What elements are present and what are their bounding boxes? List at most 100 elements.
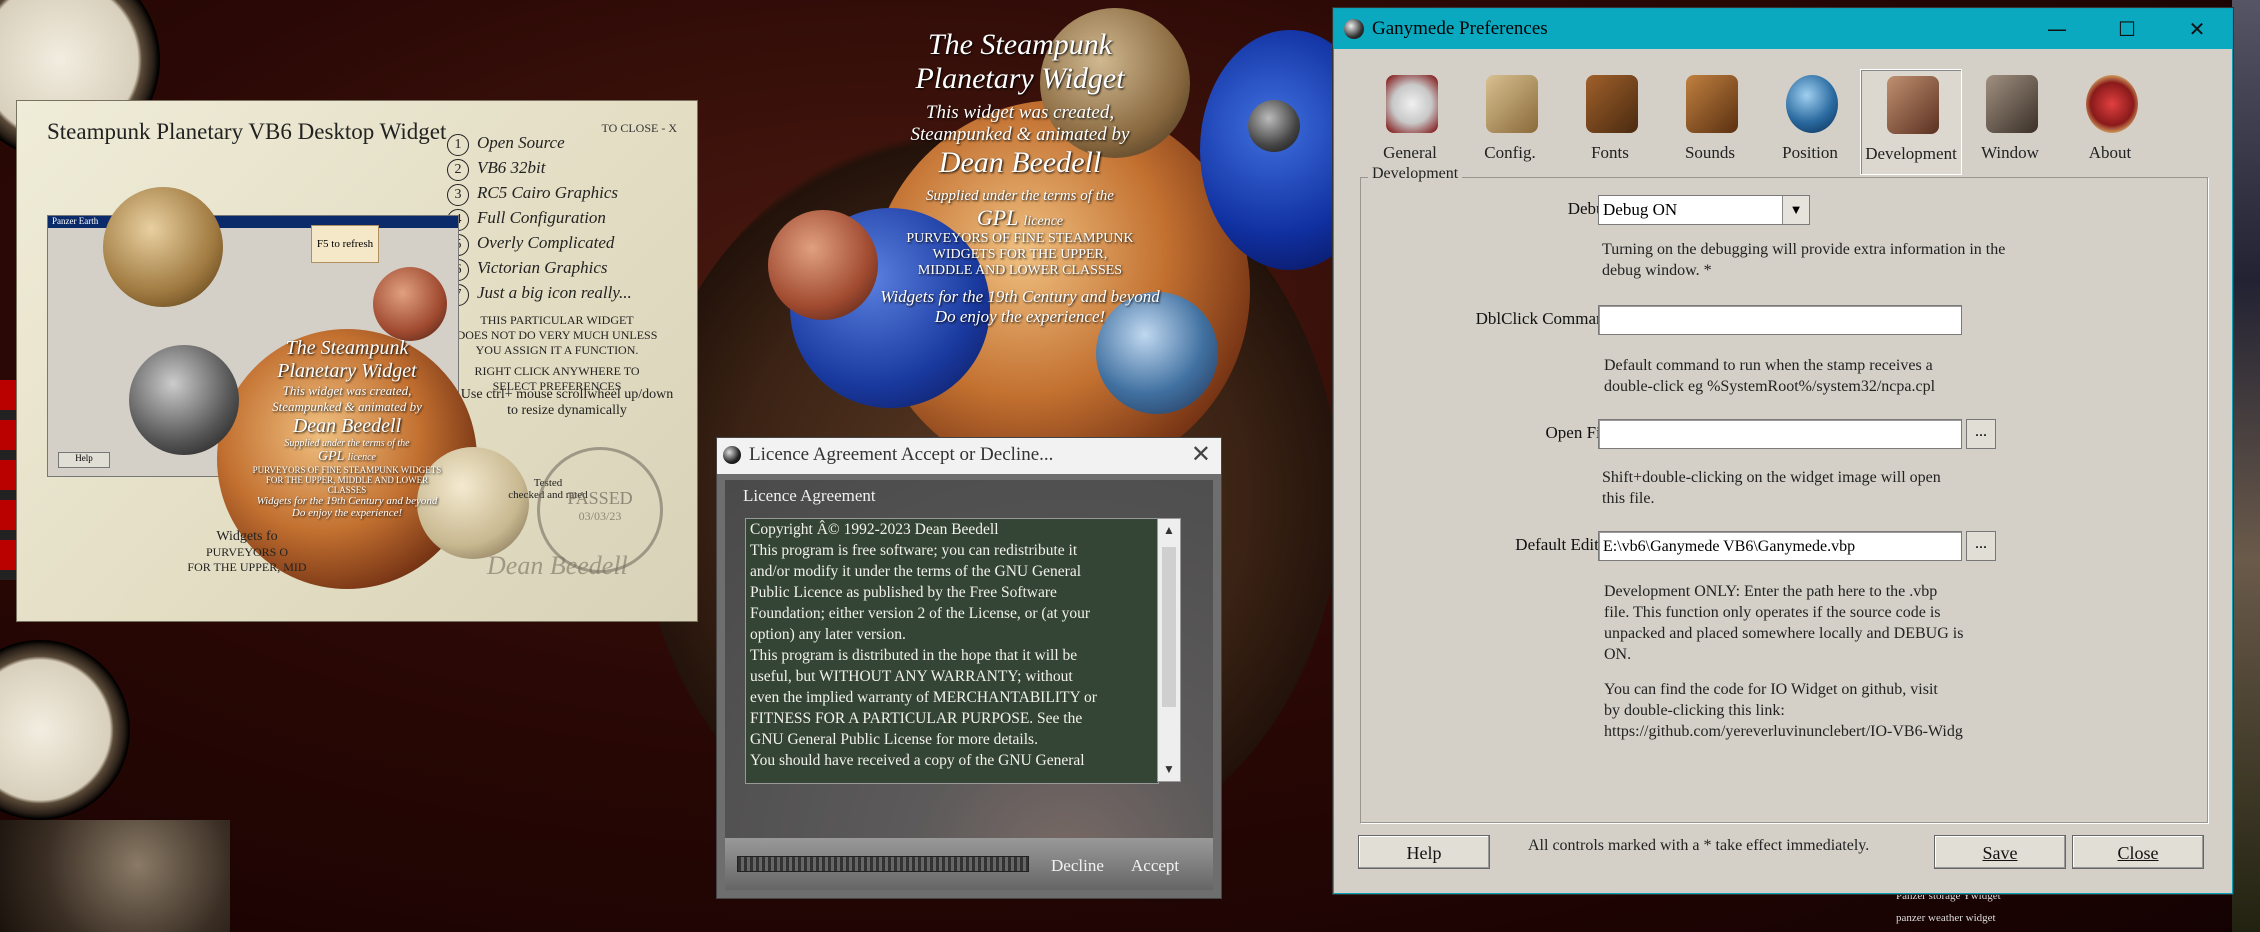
open-file-label: Open File :	[1545, 423, 1623, 442]
tab-label: General	[1383, 143, 1437, 162]
feature-7: 7Just a big icon really...	[447, 283, 632, 306]
feature-7-text: Just a big icon really...	[477, 283, 632, 302]
preferences-window[interactable]: Ganymede Preferences — ☐ ✕ General Confi…	[1333, 8, 2233, 894]
editor-desc-2: file. This function only operates if the…	[1604, 604, 1941, 621]
poster-gpl-line: GPL licence	[840, 205, 1200, 231]
help-button[interactable]: Help	[1358, 835, 1490, 869]
github-link[interactable]: https://github.com/yereverluvinunclebert…	[1604, 721, 1963, 742]
open-file-description: Shift+double-clicking on the widget imag…	[1602, 467, 1941, 509]
close-button[interactable]: Close	[2072, 835, 2204, 869]
desktop-machinery	[0, 820, 230, 932]
feature-6: 6Victorian Graphics	[447, 258, 607, 281]
maximize-icon[interactable]: ☐	[2092, 9, 2162, 49]
tab-window[interactable]: Window	[1960, 69, 2060, 173]
development-icon	[1887, 76, 1939, 134]
default-editor-input[interactable]: E:\vb6\Ganymede VB6\Ganymede.vbp	[1598, 531, 1962, 561]
editor-desc-3: unpacked and placed somewhere locally an…	[1604, 625, 1964, 642]
chevron-down-icon[interactable]: ▼	[1782, 196, 1809, 224]
licence-line: This program is free software; you can r…	[750, 542, 1078, 559]
widget-poster-line-3: This widget was created,	[282, 383, 412, 398]
config-icon	[1486, 75, 1538, 133]
poster-author: Dean Beedell	[938, 146, 1102, 179]
clock-gauge-bottom-left	[0, 640, 130, 820]
right-edge-widgets	[2232, 0, 2260, 932]
tab-bar: General Config. Fonts Sounds Position De…	[1334, 59, 2232, 175]
steampunk-widget[interactable]: Steampunk Planetary VB6 Desktop Widget T…	[16, 100, 698, 622]
desktop-label-weather: panzer weather widget	[1896, 912, 1996, 924]
debug-select-value: Debug ON	[1603, 200, 1678, 219]
poster-purveyors-1: PURVEYORS OF FINE STEAMPUNK	[906, 231, 1134, 246]
app-icon	[723, 446, 741, 464]
save-button[interactable]: Save	[1934, 835, 2066, 869]
tab-label: Sounds	[1684, 143, 1736, 162]
accept-button[interactable]: Accept	[1131, 856, 1179, 876]
general-icon	[1386, 75, 1438, 133]
open-file-input[interactable]	[1598, 419, 1962, 449]
development-frame-label: Development	[1368, 165, 1463, 183]
scroll-thumb[interactable]	[1162, 547, 1176, 707]
default-editor-browse-button[interactable]: ...	[1966, 531, 1996, 561]
tab-label: Position	[1782, 143, 1838, 162]
tab-position[interactable]: Position	[1760, 69, 1860, 173]
licence-line: You should have received a copy of the G…	[750, 752, 1085, 769]
tab-about[interactable]: About	[2060, 69, 2160, 173]
default-editor-label: Default Editor :	[1515, 535, 1622, 554]
debug-select[interactable]: Debug ON ▼	[1598, 195, 1810, 225]
dblclick-description: Default command to run when the stamp re…	[1604, 355, 1935, 397]
debug-desc-2: debug window. *	[1602, 262, 1712, 279]
scroll-up-icon[interactable]: ▲	[1158, 523, 1180, 538]
widget-poster-licence: licence	[347, 452, 376, 463]
refresh-tooltip: F5 to refresh	[311, 225, 379, 263]
decline-button[interactable]: Decline	[1051, 856, 1104, 876]
editor-desc-1: Development ONLY: Enter the path here to…	[1604, 583, 1938, 600]
scroll-down-icon[interactable]: ▼	[1158, 762, 1180, 777]
licence-line: Public Licence as published by the Free …	[750, 584, 1057, 601]
debug-desc-1: Turning on the debugging will provide ex…	[1602, 241, 2006, 258]
tab-config[interactable]: Config.	[1460, 69, 1560, 173]
open-file-browse-button[interactable]: ...	[1966, 419, 1996, 449]
stamp-passed: PASSED	[567, 488, 633, 508]
widget-poster-gpl: GPL	[317, 449, 345, 464]
licence-textbox[interactable]: Copyright Â© 1992-2023 Dean Beedell This…	[745, 518, 1159, 784]
dblclick-desc-2: double-click eg %SystemRoot%/system32/nc…	[1604, 378, 1936, 395]
under-text-2: PURVEYORS O	[205, 545, 289, 559]
licence-line: even the implied warranty of MERCHANTABI…	[750, 689, 1097, 706]
widget-close-hint[interactable]: TO CLOSE - X	[602, 121, 677, 136]
footer-note: All controls marked with a * take effect…	[1528, 837, 1870, 854]
tab-fonts[interactable]: Fonts	[1560, 69, 1660, 173]
signature: Dean Beedell	[487, 551, 628, 580]
poster-gpl: GPL	[976, 205, 1019, 230]
licence-line: Copyright Â© 1992-2023 Dean Beedell	[750, 521, 999, 538]
fonts-icon	[1586, 75, 1638, 133]
poster-title-1: The Steampunk	[927, 28, 1113, 61]
poster-line-7: Do enjoy the experience!	[934, 307, 1106, 326]
licence-line: useful, but WITHOUT ANY WARRANTY; withou…	[750, 668, 1073, 685]
preferences-titlebar[interactable]: Ganymede Preferences — ☐ ✕	[1334, 9, 2232, 49]
stamp-date: 03/03/23	[578, 509, 622, 523]
licence-slider[interactable]	[737, 856, 1029, 872]
feature-3: 3 RC5 Cairo Graphics	[447, 183, 618, 206]
licence-titlebar[interactable]: Licence Agreement Accept or Decline... ✕	[717, 438, 1221, 474]
tab-development[interactable]: Development	[1860, 69, 1962, 175]
widget-poster-title-2: Planetary Widget	[277, 360, 417, 382]
widget-poster-line-4: Steampunked & animated by	[272, 399, 422, 414]
dblclick-input[interactable]	[1598, 305, 1962, 335]
poster-line-3: This widget was created,	[925, 102, 1115, 123]
licence-line: GNU General Public License for more deta…	[750, 731, 1038, 748]
preferences-title: Ganymede Preferences	[1372, 18, 1548, 39]
licence-title: Licence Agreement Accept or Decline...	[749, 444, 1054, 465]
licence-line: FITNESS FOR A PARTICULAR PURPOSE. See th…	[750, 710, 1083, 727]
mini-help-button: Help	[58, 452, 110, 468]
sounds-icon	[1686, 75, 1738, 133]
tab-sounds[interactable]: Sounds	[1660, 69, 1760, 173]
minimize-icon[interactable]: —	[2022, 9, 2092, 49]
feature-3-text: RC5 Cairo Graphics	[477, 183, 619, 202]
widget-planet-mars	[373, 267, 447, 341]
background-poster: The Steampunk Planetary Widget This widg…	[840, 28, 1200, 327]
dblclick-desc-1: Default command to run when the stamp re…	[1604, 357, 1933, 374]
licence-scrollbar[interactable]: ▲ ▼	[1157, 518, 1181, 782]
close-icon[interactable]: ✕	[2162, 9, 2232, 49]
licence-window[interactable]: Licence Agreement Accept or Decline... ✕…	[716, 437, 1222, 899]
close-icon[interactable]: ✕	[1191, 440, 1211, 468]
tab-general[interactable]: General	[1360, 69, 1460, 173]
